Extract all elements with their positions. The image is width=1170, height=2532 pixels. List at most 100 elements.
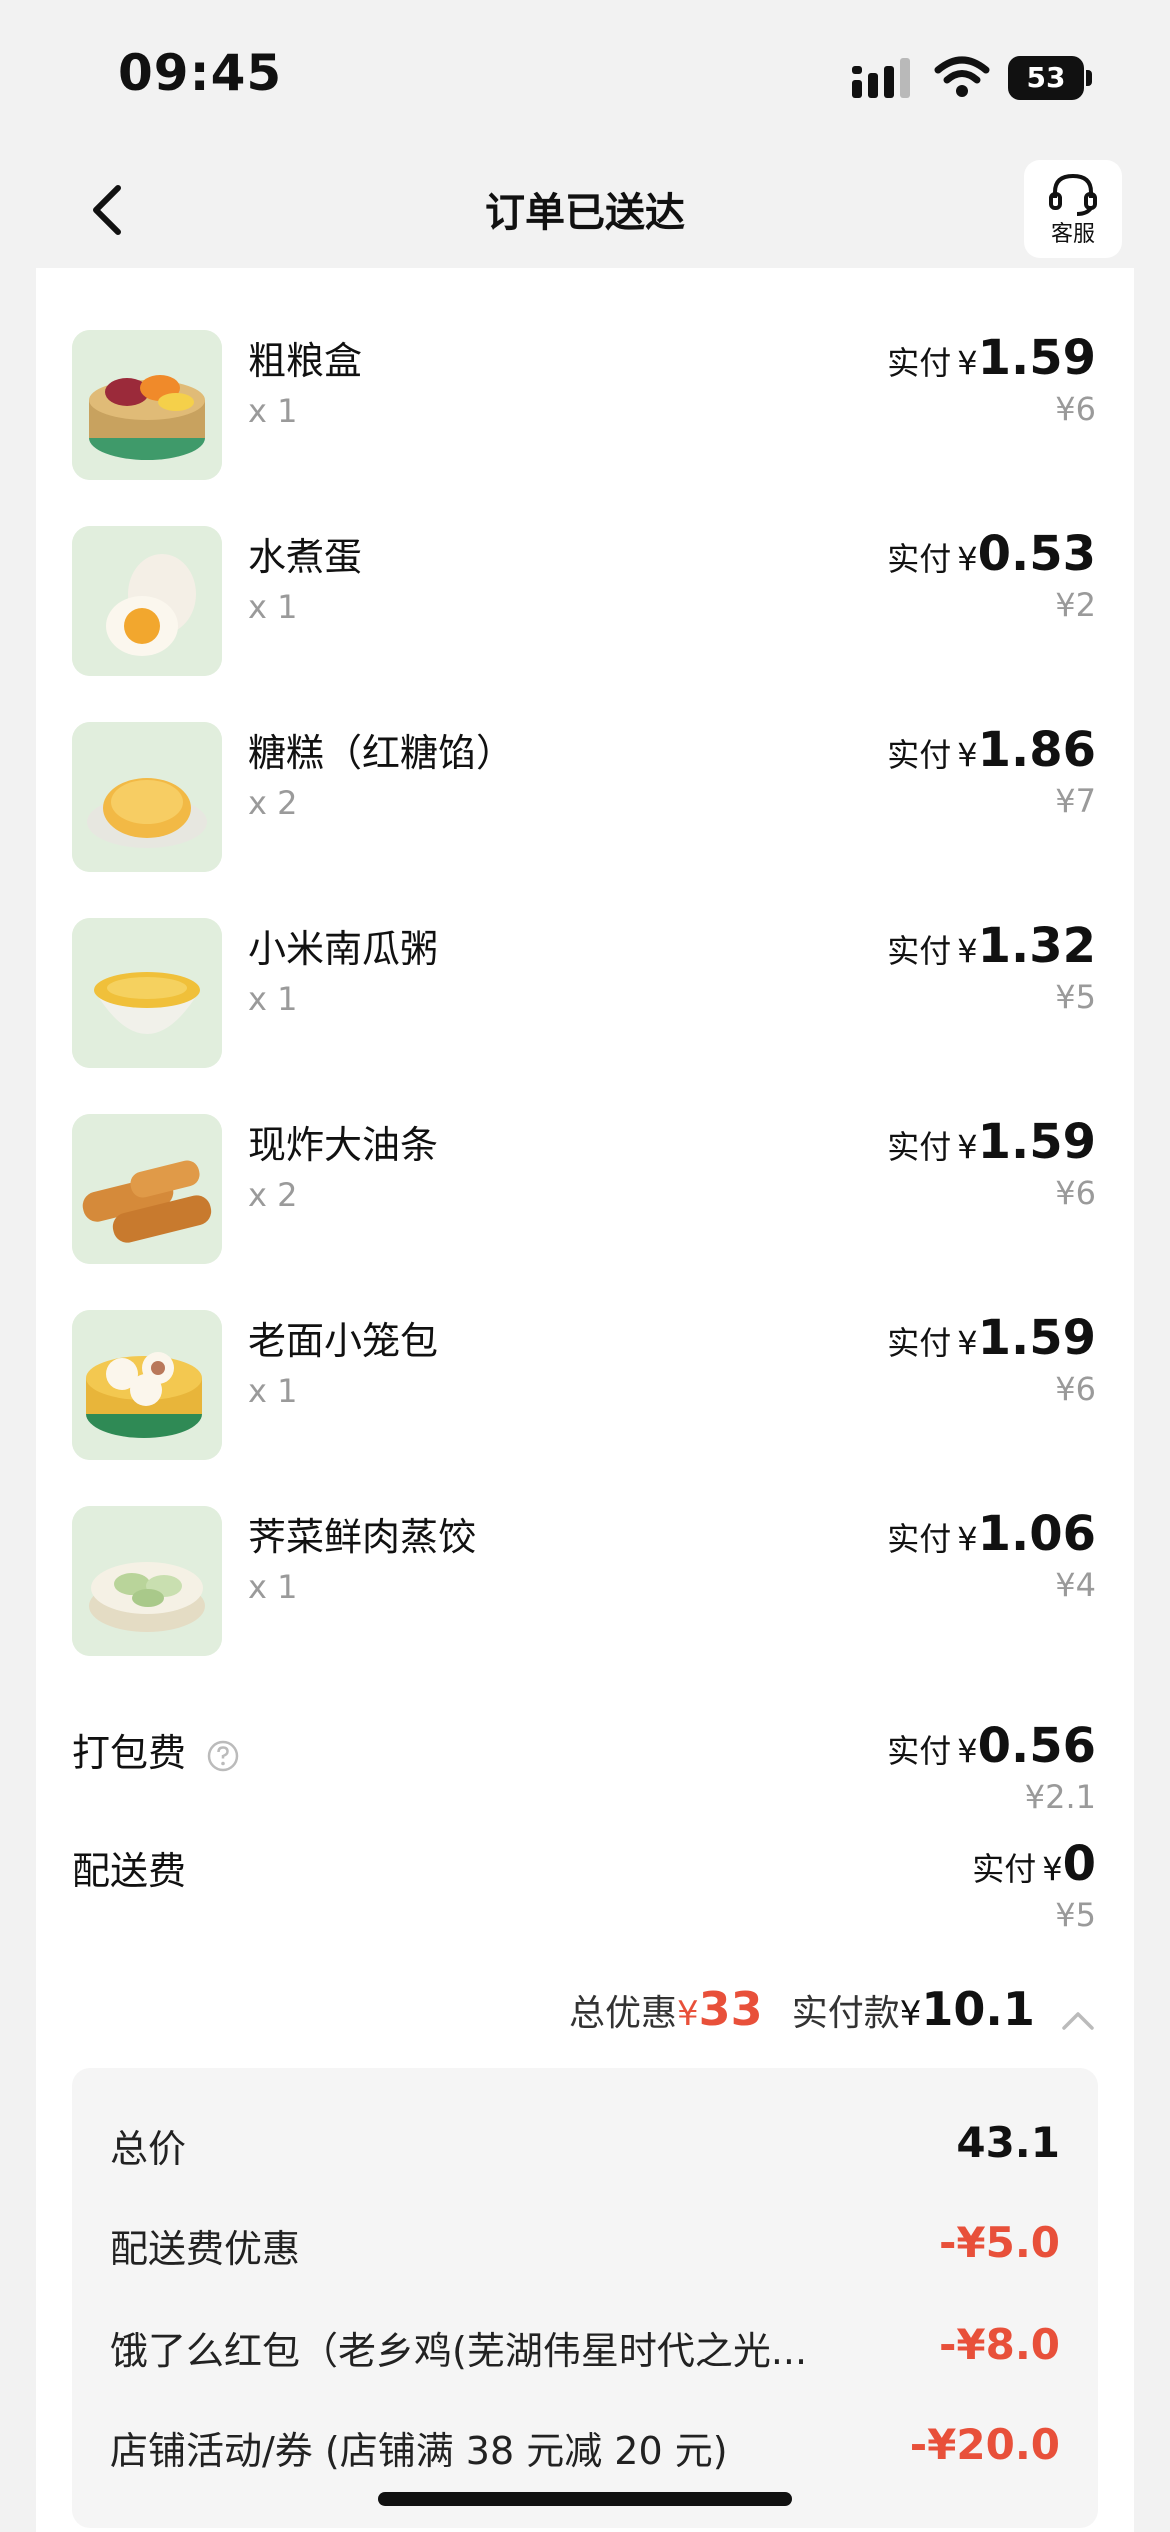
item-paid: 实付 ¥1.06	[887, 1506, 1096, 1562]
paid-amount: 0.53	[977, 526, 1096, 582]
wifi-icon	[934, 56, 990, 97]
breakdown-row: 总价 43.1	[110, 2118, 1060, 2178]
currency-symbol: ¥	[957, 736, 978, 774]
item-quantity: x 1	[248, 1568, 298, 1606]
item-name: 现炸大油条	[248, 1123, 439, 1167]
fee-label: 打包费	[72, 1731, 187, 1775]
boiled-egg-icon	[72, 526, 222, 676]
item-quantity: x 1	[248, 980, 298, 1018]
original-price: ¥6	[1055, 390, 1096, 428]
item-name: 老面小笼包	[248, 1319, 439, 1363]
help-icon[interactable]	[206, 1739, 240, 1773]
currency-symbol: ¥	[957, 1732, 978, 1770]
nav-bar: 订单已送达 客服	[0, 150, 1170, 266]
breakdown-value: -¥20.0	[909, 2420, 1060, 2469]
item-name: 水煮蛋	[248, 535, 363, 579]
packaging-fee-row: 打包费 实付 ¥0.56 ¥2.1	[36, 1718, 1134, 1828]
headset-icon	[1049, 173, 1097, 216]
fee-name: 打包费	[72, 1722, 240, 1777]
fee-paid: 实付 ¥0	[972, 1836, 1096, 1892]
total-discount-amount: 33	[698, 1982, 763, 2036]
customer-service-button[interactable]: 客服	[1024, 160, 1122, 258]
breakdown-value: 43.1	[956, 2118, 1060, 2167]
item-name: 荠菜鲜肉蒸饺	[248, 1515, 477, 1559]
paid-label: 实付	[887, 932, 952, 970]
chevron-up-icon[interactable]	[1060, 2010, 1096, 2032]
order-card: 粗粮盒 x 1 实付¥1.59 ¥6 水煮蛋 x 1 实付¥0.53 ¥2	[36, 268, 1134, 2532]
paid-amount: 1.06	[977, 1506, 1096, 1562]
paid-label: 实付	[887, 1520, 952, 1558]
discount-currency: ¥	[677, 1994, 699, 2034]
original-price: ¥5	[1055, 978, 1096, 1016]
paid-label: 实付	[887, 540, 952, 578]
currency-symbol: ¥	[957, 344, 978, 382]
breakdown-label: 饿了么红包（老乡鸡(芜湖伟星时代之光...	[110, 2329, 808, 2373]
paid-label: 实付	[887, 1128, 952, 1166]
item-paid: 实付 ¥0.53	[887, 526, 1096, 582]
list-item[interactable]: 粗粮盒 x 1 实付 ¥1.59 ¥6	[36, 330, 1134, 526]
item-quantity: x 1	[248, 588, 298, 626]
currency-symbol: ¥	[957, 1324, 978, 1362]
paid-label: 实付	[887, 736, 952, 774]
original-price: ¥6	[1055, 1174, 1096, 1212]
item-quantity: x 1	[248, 1372, 298, 1410]
paid-total-label: 实付款	[791, 1993, 900, 2034]
item-quantity: x 2	[248, 784, 298, 822]
list-item[interactable]: 荠菜鲜肉蒸饺 x 1 实付 ¥1.06 ¥4	[36, 1506, 1134, 1702]
cellular-signal-icon	[852, 58, 910, 98]
list-item[interactable]: 糖糕（红糖馅） x 2 实付 ¥1.86 ¥7	[36, 722, 1134, 918]
breakdown-label: 店铺活动/券 (店铺满 38 元减 20 元)	[110, 2429, 728, 2473]
breakdown-label: 配送费优惠	[110, 2227, 301, 2271]
fee-paid: 实付 ¥0.56	[887, 1718, 1096, 1774]
porridge-icon	[72, 918, 222, 1068]
paid-amount: 1.59	[977, 1310, 1096, 1366]
breakdown-label: 总价	[110, 2127, 187, 2171]
item-paid: 实付 ¥1.59	[887, 330, 1096, 386]
total-discount-label: 总优惠	[568, 1993, 677, 2034]
currency-symbol: ¥	[957, 540, 978, 578]
original-price: ¥4	[1055, 1566, 1096, 1604]
item-paid: 实付 ¥1.59	[887, 1310, 1096, 1366]
currency-symbol: ¥	[957, 932, 978, 970]
order-summary[interactable]: 总优惠¥33 实付款¥10.1	[569, 1982, 1096, 2036]
paid-label: 实付	[887, 344, 952, 382]
paid-amount: 1.32	[977, 918, 1096, 974]
page-title: 订单已送达	[485, 190, 685, 236]
status-time: 09:45	[118, 44, 283, 102]
list-item[interactable]: 现炸大油条 x 2 实付 ¥1.59 ¥6	[36, 1114, 1134, 1310]
grains-box-icon	[72, 330, 222, 480]
paid-amount: 0.56	[977, 1718, 1096, 1774]
dumplings-icon	[72, 1506, 222, 1656]
item-paid: 实付 ¥1.86	[887, 722, 1096, 778]
item-name: 糖糕（红糖馅）	[248, 731, 515, 775]
currency-symbol: ¥	[1042, 1850, 1063, 1888]
currency-symbol: ¥	[957, 1520, 978, 1558]
original-price: ¥2	[1055, 586, 1096, 624]
buns-icon	[72, 1310, 222, 1460]
status-bar: 09:45 53	[0, 0, 1170, 150]
sugar-cake-icon	[72, 722, 222, 872]
item-quantity: x 2	[248, 1176, 298, 1214]
item-name: 小米南瓜粥	[248, 927, 439, 971]
home-indicator[interactable]	[378, 2492, 792, 2506]
item-quantity: x 1	[248, 392, 298, 430]
battery-level: 53	[1008, 56, 1084, 100]
paid-amount: 1.59	[977, 1114, 1096, 1170]
list-item[interactable]: 老面小笼包 x 1 实付 ¥1.59 ¥6	[36, 1310, 1134, 1506]
paid-currency: ¥	[899, 1994, 922, 2034]
list-item[interactable]: 小米南瓜粥 x 1 实付 ¥1.32 ¥5	[36, 918, 1134, 1114]
battery-icon: 53	[1008, 56, 1092, 100]
paid-amount: 1.59	[977, 330, 1096, 386]
delivery-fee-row: 配送费 实付 ¥0 ¥5	[36, 1836, 1134, 1946]
paid-label: 实付	[972, 1850, 1037, 1888]
item-paid: 实付 ¥1.32	[887, 918, 1096, 974]
breakdown-row: 配送费优惠 -¥5.0	[110, 2218, 1060, 2278]
breakdown-value: -¥5.0	[938, 2218, 1060, 2267]
customer-service-label: 客服	[1050, 222, 1095, 247]
currency-symbol: ¥	[957, 1128, 978, 1166]
item-name: 粗粮盒	[248, 339, 363, 383]
breakdown-row: 店铺活动/券 (店铺满 38 元减 20 元) -¥20.0	[110, 2420, 1060, 2480]
list-item[interactable]: 水煮蛋 x 1 实付 ¥0.53 ¥2	[36, 526, 1134, 722]
original-price: ¥7	[1055, 782, 1096, 820]
paid-total-amount: 10.1	[921, 1982, 1035, 2036]
